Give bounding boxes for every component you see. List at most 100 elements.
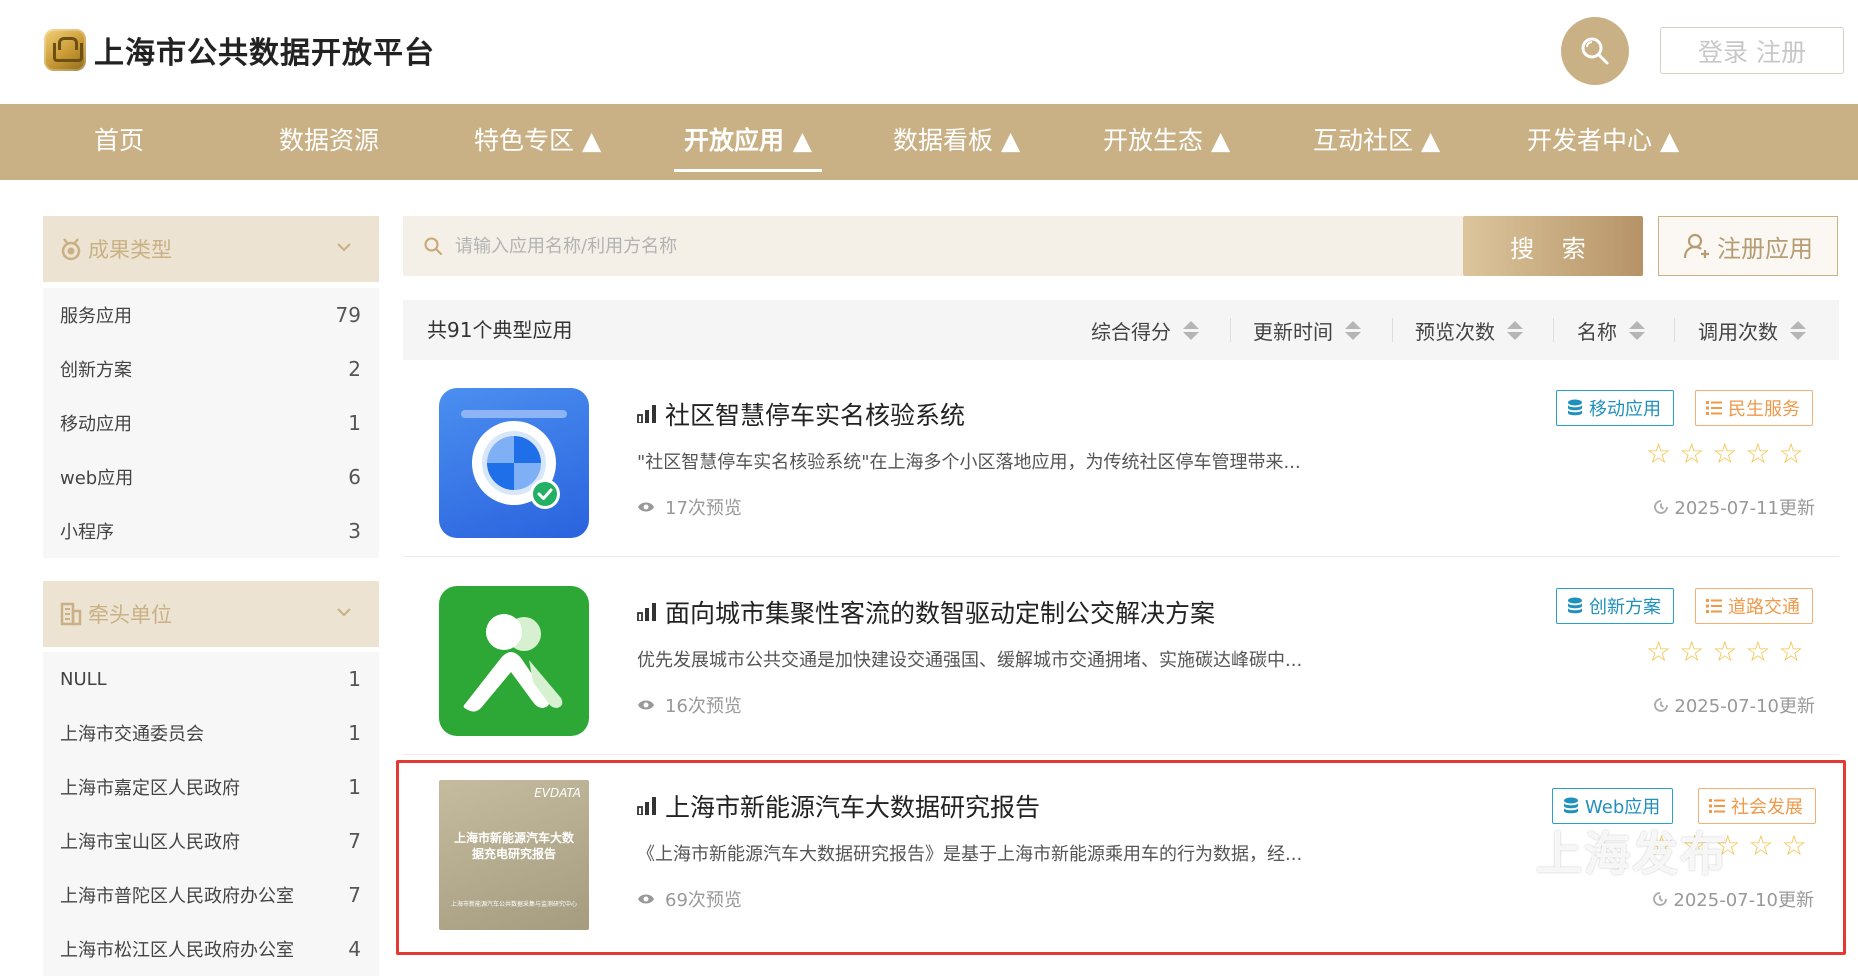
user-add-icon	[1683, 233, 1709, 259]
eye-icon	[638, 502, 654, 512]
rating-stars: ☆ ☆ ☆ ☆ ☆	[1646, 440, 1804, 468]
filter-item[interactable]: web应用 6	[43, 450, 379, 504]
filter-item-label: 移动应用	[60, 414, 132, 435]
header-search-button[interactable]	[1561, 17, 1629, 85]
star-outline-icon[interactable]: ☆	[1715, 832, 1740, 860]
star-outline-icon[interactable]: ☆	[1778, 638, 1803, 666]
filter-item-count: 2	[348, 357, 361, 381]
star-outline-icon[interactable]: ☆	[1745, 638, 1770, 666]
app-card[interactable]: 面向城市集聚性客流的数智驱动定制公交解决方案 优先发展城市公共交通是加快建设交通…	[403, 558, 1839, 755]
star-outline-icon[interactable]: ☆	[1712, 440, 1737, 468]
filter-item[interactable]: 小程序 3	[43, 504, 379, 558]
thumb-title: 上海市新能源汽车大数据充电研究报告	[453, 831, 574, 861]
filter-item[interactable]: 上海市嘉定区人民政府 1	[43, 760, 379, 814]
nav-featured[interactable]: 特色专区 ▲	[474, 104, 601, 180]
app-type-tag[interactable]: 创新方案	[1556, 588, 1674, 624]
search-button[interactable]: 搜 索	[1463, 216, 1643, 276]
divider	[1553, 318, 1554, 342]
app-domain-tag-label: 道路交通	[1728, 597, 1800, 618]
custom-bus-logo-icon	[463, 614, 563, 712]
filter-result-type-title: 成果类型	[88, 238, 172, 262]
star-outline-icon[interactable]: ☆	[1712, 638, 1737, 666]
filter-item[interactable]: 移动应用 1	[43, 396, 379, 450]
star-outline-icon[interactable]: ☆	[1679, 638, 1704, 666]
nav-open-ecosystem[interactable]: 开放生态 ▲	[1103, 104, 1230, 180]
login-link[interactable]: 登录	[1698, 33, 1748, 69]
app-card[interactable]: 社区智慧停车实名核验系统 "社区智慧停车实名核验系统"在上海多个小区落地应用，为…	[403, 360, 1839, 557]
filter-item[interactable]: 上海市宝山区人民政府 7	[43, 814, 379, 868]
sort-by-views[interactable]: 预览次数	[1415, 300, 1523, 360]
app-thumbnail[interactable]: EVDATA 上海市新能源汽车大数据充电研究报告 上海市新能源汽车公共数据采集与…	[439, 780, 589, 930]
star-outline-icon[interactable]: ☆	[1646, 638, 1671, 666]
sort-label: 更新时间	[1253, 319, 1333, 344]
nav-home[interactable]: 首页	[94, 104, 144, 180]
filter-lead-unit-header[interactable]: 牵头单位	[43, 581, 379, 647]
star-outline-icon[interactable]: ☆	[1649, 832, 1674, 860]
star-outline-icon[interactable]: ☆	[1682, 832, 1707, 860]
filter-item[interactable]: 创新方案 2	[43, 342, 379, 396]
divider	[1674, 318, 1675, 342]
app-card-highlighted[interactable]: EVDATA 上海市新能源汽车大数据充电研究报告 上海市新能源汽车公共数据采集与…	[396, 760, 1846, 955]
app-thumbnail[interactable]	[439, 388, 589, 538]
register-app-button[interactable]: 注册应用	[1658, 216, 1838, 276]
app-title[interactable]: 上海市新能源汽车大数据研究报告	[637, 788, 1040, 824]
signal-bars-icon	[637, 797, 656, 815]
filter-item-label: 上海市普陀区人民政府办公室	[60, 886, 294, 907]
sort-by-score[interactable]: 综合得分	[1091, 300, 1199, 360]
filter-item-count: 1	[348, 667, 361, 691]
nav-community[interactable]: 互动社区 ▲	[1313, 104, 1440, 180]
app-title-text: 上海市新能源汽车大数据研究报告	[665, 793, 1041, 822]
nav-open-apps[interactable]: 开放应用 ▲	[674, 104, 822, 180]
sort-label: 综合得分	[1091, 319, 1171, 344]
sort-label: 预览次数	[1415, 319, 1495, 344]
app-domain-tag[interactable]: 道路交通	[1695, 588, 1813, 624]
filter-result-type-header[interactable]: 成果类型	[43, 216, 379, 282]
filter-item[interactable]: 上海市交通委员会 1	[43, 706, 379, 760]
star-outline-icon[interactable]: ☆	[1646, 440, 1671, 468]
star-outline-icon[interactable]: ☆	[1748, 832, 1773, 860]
star-outline-icon[interactable]: ☆	[1679, 440, 1704, 468]
clock-icon	[1654, 698, 1669, 712]
sort-by-update-time[interactable]: 更新时间	[1253, 300, 1361, 360]
filter-item-count: 79	[335, 303, 361, 327]
app-domain-tag[interactable]: 社会发展	[1698, 788, 1816, 824]
app-domain-tag[interactable]: 民生服务	[1695, 390, 1813, 426]
list-icon	[1709, 799, 1725, 813]
nav-data-resources[interactable]: 数据资源	[279, 104, 379, 180]
star-outline-icon[interactable]: ☆	[1778, 440, 1803, 468]
filter-item[interactable]: NULL 1	[43, 652, 379, 706]
star-outline-icon[interactable]: ☆	[1781, 832, 1806, 860]
list-icon	[1706, 599, 1722, 613]
nav-developer[interactable]: 开发者中心 ▲	[1527, 104, 1679, 180]
sort-label: 名称	[1577, 319, 1617, 344]
site-logo[interactable]: 上海市公共数据开放平台	[44, 28, 435, 72]
app-type-tag[interactable]: Web应用	[1552, 788, 1674, 824]
app-views: 69次预览	[637, 886, 742, 912]
filter-item-label: 上海市松江区人民政府办公室	[60, 940, 294, 961]
register-link[interactable]: 注册	[1756, 33, 1806, 69]
app-views-text: 69次预览	[665, 890, 742, 911]
app-title[interactable]: 面向城市集聚性客流的数智驱动定制公交解决方案	[637, 594, 1215, 630]
clock-icon	[1653, 892, 1668, 906]
filter-item[interactable]: 上海市松江区人民政府办公室 4	[43, 922, 379, 976]
app-domain-tag-label: 社会发展	[1731, 797, 1803, 818]
sort-by-name[interactable]: 名称	[1577, 300, 1645, 360]
signal-bars-icon	[637, 405, 656, 423]
app-search-input[interactable]	[455, 235, 1355, 257]
database-icon	[1568, 597, 1582, 614]
filter-item[interactable]: 上海市普陀区人民政府办公室 7	[43, 868, 379, 922]
search-icon	[424, 237, 442, 255]
filter-lead-unit-list: NULL 1 上海市交通委员会 1 上海市嘉定区人民政府 1 上海市宝山区人民政府 7 …	[43, 652, 379, 976]
nav-data-dashboard[interactable]: 数据看板 ▲	[893, 104, 1020, 180]
app-type-tag[interactable]: 移动应用	[1556, 390, 1674, 426]
app-type-tag-label: 移动应用	[1589, 399, 1661, 420]
sort-by-calls[interactable]: 调用次数	[1698, 300, 1806, 360]
app-title[interactable]: 社区智慧停车实名核验系统	[637, 396, 965, 432]
app-views-text: 17次预览	[665, 498, 742, 519]
app-thumbnail[interactable]	[439, 586, 589, 736]
register-app-label: 注册应用	[1717, 234, 1813, 263]
auth-spacer	[1748, 36, 1756, 65]
star-outline-icon[interactable]: ☆	[1745, 440, 1770, 468]
filter-result-type-list: 服务应用 79 创新方案 2 移动应用 1 web应用 6 小程序 3	[43, 288, 379, 558]
filter-item[interactable]: 服务应用 79	[43, 288, 379, 342]
